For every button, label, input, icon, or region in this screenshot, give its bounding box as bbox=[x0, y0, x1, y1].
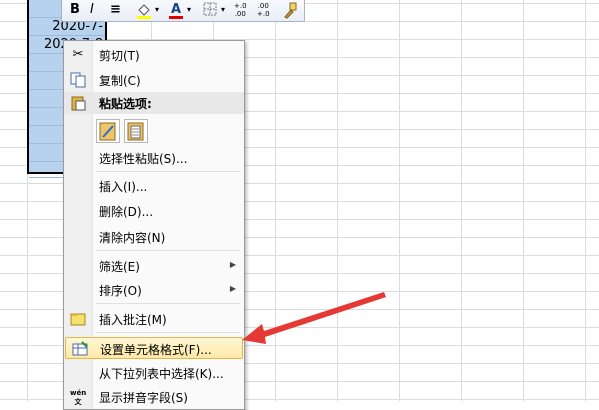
annotation-arrow-icon bbox=[242, 292, 386, 344]
